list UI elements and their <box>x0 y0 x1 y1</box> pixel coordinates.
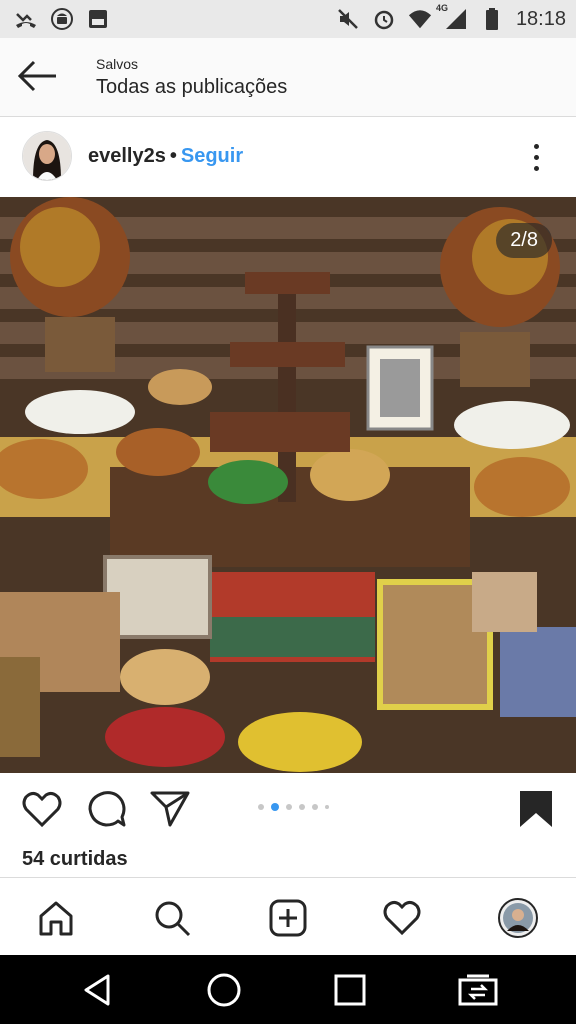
carousel-dot <box>299 804 305 810</box>
likes-count[interactable]: 54 curtidas <box>22 848 128 871</box>
save-button[interactable] <box>514 787 558 831</box>
more-dot <box>533 154 539 160</box>
carousel-dot-active <box>271 803 279 811</box>
tab-activity[interactable] <box>378 894 426 942</box>
android-icon <box>50 7 74 31</box>
network-type: 4G <box>435 3 448 13</box>
more-dot <box>533 165 539 171</box>
post-header: evelly2s • Seguir <box>0 117 576 197</box>
avatar[interactable] <box>22 131 72 181</box>
carousel-dot <box>286 804 292 810</box>
nav-switch-button[interactable] <box>454 967 502 1013</box>
nav-home-button[interactable] <box>200 967 248 1013</box>
bottom-tab-bar <box>0 877 576 956</box>
alarm-icon <box>372 7 396 31</box>
add-post-icon <box>269 899 307 937</box>
tab-search[interactable] <box>148 894 196 942</box>
tab-new-post[interactable] <box>264 894 312 942</box>
comment-button[interactable] <box>84 787 128 831</box>
back-button[interactable] <box>14 58 58 94</box>
share-button[interactable] <box>148 787 192 831</box>
separator-dot: • <box>169 145 177 167</box>
party-table-image <box>0 197 576 773</box>
more-options-button[interactable] <box>520 137 552 177</box>
triangle-back-icon <box>84 974 110 1006</box>
comment-icon <box>88 791 126 827</box>
saved-header: Salvos Todas as publicações <box>0 38 576 117</box>
system-nav-bar <box>0 955 576 1024</box>
nav-back-button[interactable] <box>74 967 122 1013</box>
carousel-indicator <box>258 803 329 811</box>
heart-outline-icon <box>22 791 62 828</box>
tab-home[interactable] <box>32 894 80 942</box>
tab-profile[interactable] <box>494 894 542 942</box>
carousel-dot <box>325 805 329 809</box>
home-icon <box>39 901 73 936</box>
arrow-left-icon <box>17 60 56 92</box>
carousel-dot <box>312 804 318 810</box>
send-icon <box>150 791 190 827</box>
username[interactable]: evelly2s <box>88 145 166 167</box>
sim-icon <box>86 7 110 31</box>
circle-home-icon <box>207 973 241 1007</box>
heart-icon <box>383 900 421 936</box>
square-recents-icon <box>334 974 366 1006</box>
like-button[interactable] <box>20 787 64 831</box>
post-actions <box>0 773 576 845</box>
mute-icon <box>336 7 360 31</box>
clock: 18:18 <box>515 7 566 30</box>
follow-button[interactable]: Seguir <box>181 145 243 167</box>
header-subtitle: Salvos <box>96 56 139 72</box>
page-title: Todas as publicações <box>96 76 288 98</box>
image-counter: 2/8 <box>496 223 552 258</box>
bookmark-filled-icon <box>520 791 552 827</box>
carousel-dot <box>258 804 264 810</box>
signal-icon: 4G <box>436 3 468 31</box>
missed-call-icon <box>14 7 38 31</box>
switch-apps-icon <box>458 974 498 1006</box>
post-user: evelly2s • Seguir <box>88 145 243 168</box>
search-icon <box>155 901 191 937</box>
more-dot <box>533 143 539 149</box>
nav-recents-button[interactable] <box>326 967 374 1013</box>
wifi-icon <box>408 7 432 31</box>
status-bar: 4G 18:18 <box>0 0 576 38</box>
post-photo[interactable]: 2/8 <box>0 197 576 773</box>
profile-avatar <box>498 898 538 938</box>
battery-icon <box>480 7 504 31</box>
